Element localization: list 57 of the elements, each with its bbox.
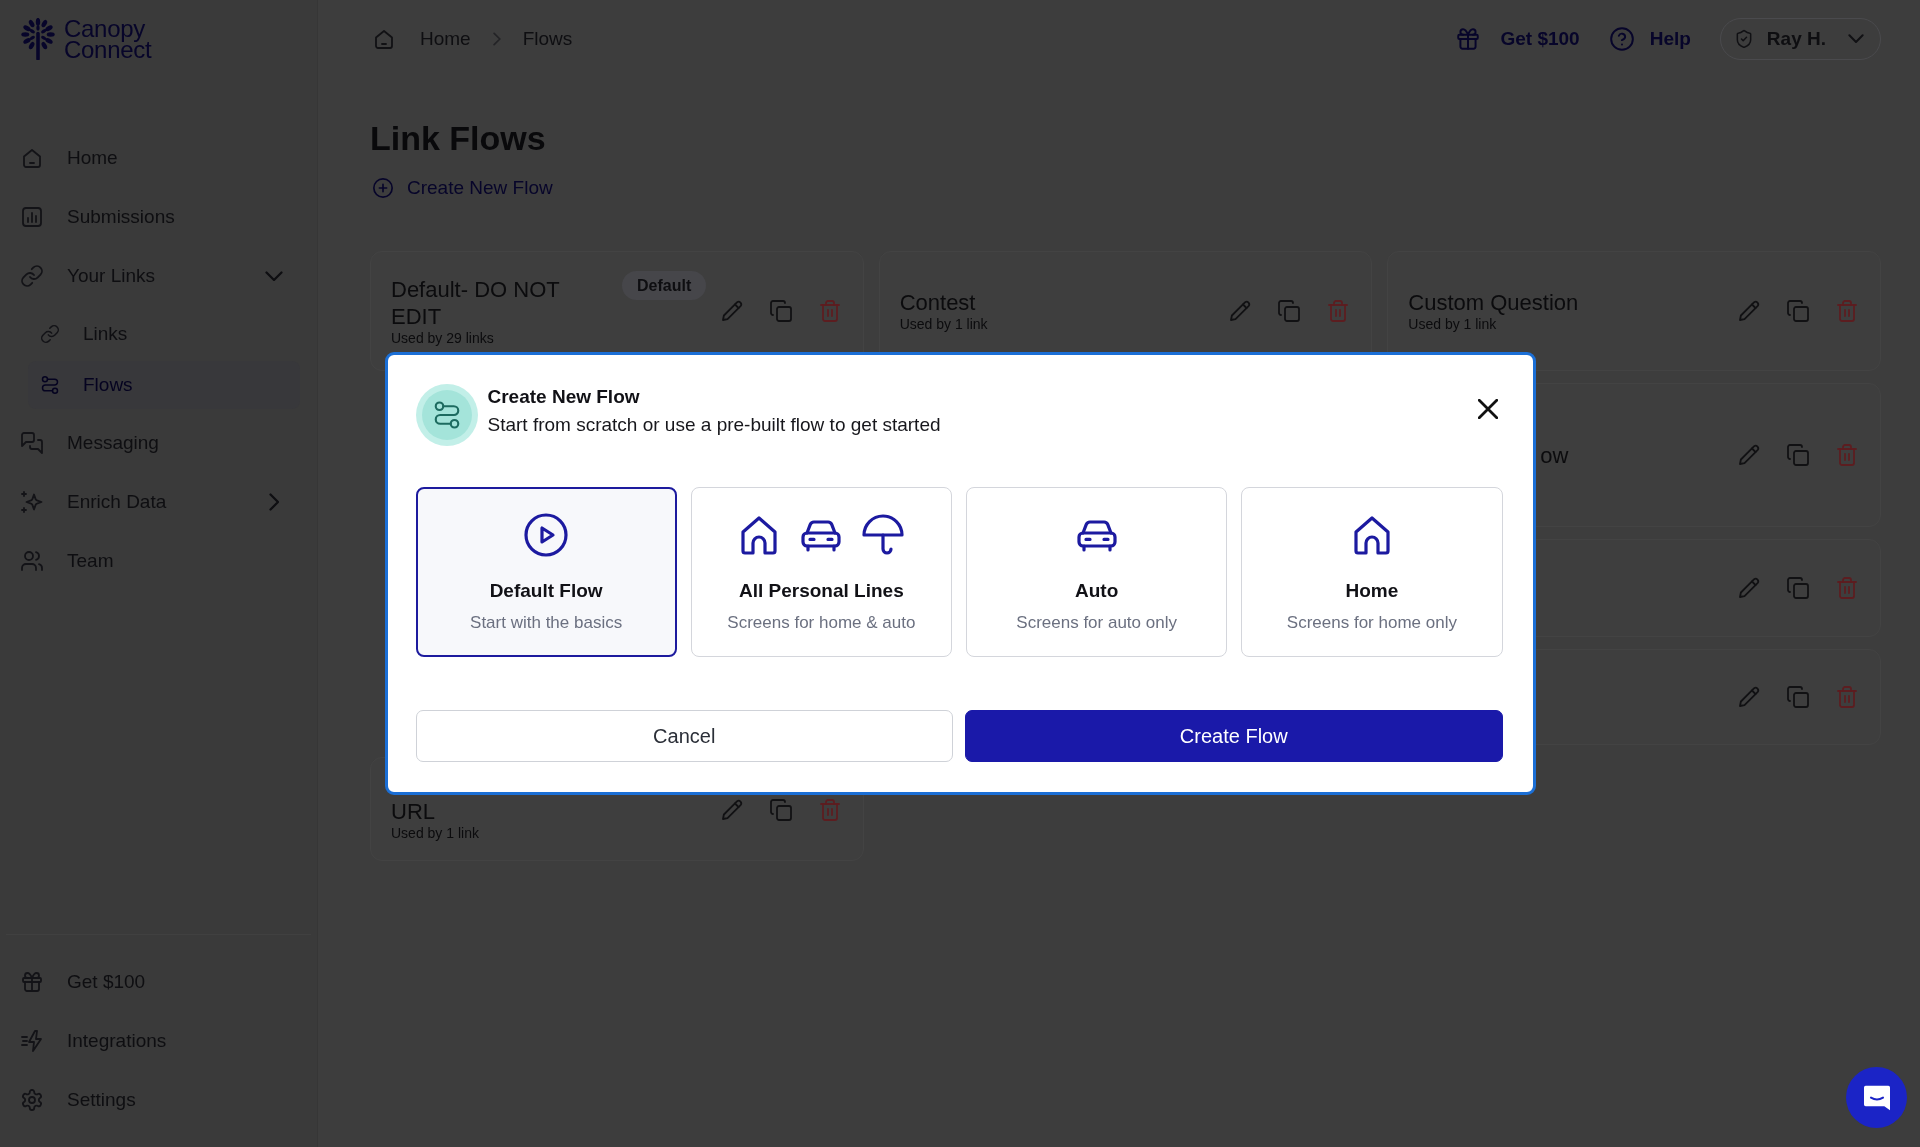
- flow-option-card[interactable]: Home Screens for home only: [1241, 487, 1503, 657]
- copy-icon[interactable]: [1786, 443, 1810, 467]
- trash-icon[interactable]: [1326, 299, 1351, 323]
- copy-icon[interactable]: [1786, 576, 1810, 600]
- copy-icon[interactable]: [1277, 299, 1302, 323]
- create-flow-link[interactable]: Create New Flow: [372, 174, 553, 202]
- pencil-icon[interactable]: [1737, 299, 1761, 323]
- trash-icon[interactable]: [817, 798, 842, 822]
- sparkles-icon: [20, 490, 44, 514]
- copy-icon[interactable]: [1786, 299, 1810, 323]
- create-flow-button[interactable]: Create Flow: [965, 710, 1503, 762]
- copy-icon[interactable]: [1786, 685, 1810, 709]
- cancel-button[interactable]: Cancel: [415, 710, 953, 762]
- flow-option-card[interactable]: Auto Screens for auto only: [966, 487, 1228, 657]
- trash-icon[interactable]: [1835, 443, 1859, 467]
- route-icon: [415, 384, 478, 446]
- lightning-icon: [20, 1029, 44, 1053]
- pencil-icon[interactable]: [1737, 443, 1761, 467]
- dialog-subtitle: Start from scratch or use a pre-built flow to get started: [487, 414, 941, 436]
- chat-bubbles-icon: [20, 431, 44, 455]
- bar-chart-icon: [20, 205, 44, 229]
- trash-icon[interactable]: [1835, 299, 1859, 323]
- pencil-icon[interactable]: [719, 798, 744, 822]
- flow-option-card[interactable]: All Personal Lines Screens for home & auto: [690, 487, 952, 657]
- link-icon: [20, 264, 44, 288]
- chevron-right-icon[interactable]: [268, 493, 280, 511]
- play-icon: [522, 511, 571, 559]
- flow-option-card[interactable]: Default Flow Start with the basics: [415, 487, 677, 657]
- close-icon[interactable]: [1477, 399, 1498, 419]
- route-icon: [40, 375, 60, 395]
- trash-icon[interactable]: [1835, 576, 1859, 600]
- house-icon: [20, 146, 44, 170]
- pencil-icon[interactable]: [719, 299, 744, 323]
- dialog-title: Create New Flow: [487, 386, 640, 408]
- pencil-icon[interactable]: [1737, 685, 1761, 709]
- chat-bubble-icon: [1862, 1084, 1891, 1111]
- copy-icon[interactable]: [768, 299, 793, 323]
- referral-link[interactable]: Get $100: [1455, 25, 1580, 52]
- chevron-down-icon: [1848, 33, 1864, 44]
- chevron-right-icon: [492, 31, 501, 46]
- link-icon: [40, 324, 60, 344]
- gift-icon: [1455, 25, 1482, 52]
- chat-launcher-button[interactable]: [1846, 1067, 1907, 1128]
- help-link[interactable]: Help: [1608, 25, 1691, 52]
- gift-icon: [20, 970, 44, 994]
- copy-icon[interactable]: [768, 798, 793, 822]
- trash-icon[interactable]: [1835, 685, 1859, 709]
- tree-icon[interactable]: [18, 18, 58, 60]
- pencil-icon[interactable]: [1737, 576, 1761, 600]
- people-icon: [20, 549, 44, 573]
- settings-icon: [20, 1088, 44, 1112]
- help-icon: [1608, 25, 1635, 52]
- plus-circle-icon: [372, 177, 394, 199]
- flow-badge: Default: [622, 271, 707, 300]
- pencil-icon[interactable]: [1228, 299, 1253, 323]
- chevron-down-icon[interactable]: [265, 270, 283, 282]
- trash-icon[interactable]: [817, 299, 842, 323]
